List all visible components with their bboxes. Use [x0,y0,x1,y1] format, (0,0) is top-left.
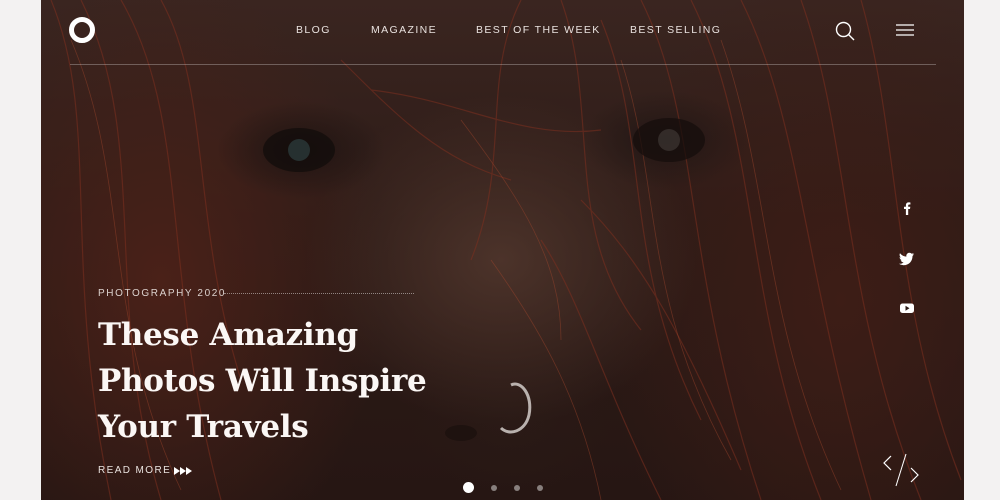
category-divider [224,293,414,294]
logo[interactable] [69,17,95,43]
double-chevron-right-icon[interactable] [174,467,192,475]
facebook-icon[interactable] [899,201,915,215]
youtube-icon[interactable] [899,301,915,315]
nav-divider [70,64,936,65]
carousel-dot[interactable] [462,482,474,493]
nav-blog[interactable]: BLOG [296,24,331,36]
carousel-dot[interactable] [491,485,497,491]
category-label: PHOTOGRAPHY 2020 [98,288,227,299]
slide-arrows[interactable] [882,453,920,487]
carousel-dot[interactable] [514,485,520,491]
read-more-link[interactable]: READ MORE [98,465,171,476]
search-icon[interactable] [834,20,856,42]
twitter-icon[interactable] [899,252,915,266]
carousel-dot[interactable] [537,485,543,491]
hero-banner: BLOG MAGAZINE BEST OF THE WEEK BEST SELL… [41,0,964,500]
nav-magazine[interactable]: MAGAZINE [371,24,437,36]
hero-headline: These Amazing Photos Will Inspire Your T… [98,317,427,445]
nav-best-selling[interactable]: BEST SELLING [630,24,721,36]
nav-best-of-the-week[interactable]: BEST OF THE WEEK [476,24,601,36]
page: BLOG MAGAZINE BEST OF THE WEEK BEST SELL… [0,0,1000,500]
menu-icon[interactable] [895,23,915,37]
